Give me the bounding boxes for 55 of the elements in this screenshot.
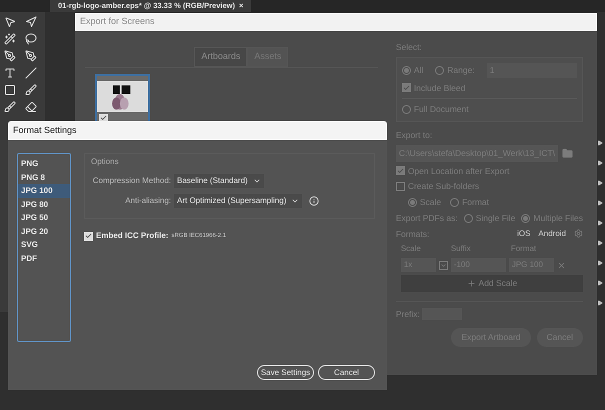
tool-icon[interactable]	[24, 101, 36, 113]
tool-icon[interactable]	[4, 84, 16, 96]
format-item[interactable]: JPG 80	[18, 198, 70, 211]
radio-button[interactable]	[435, 66, 444, 75]
panel-arrow-icon[interactable]	[597, 200, 603, 206]
dialog-button[interactable]: Cancel	[318, 365, 375, 380]
tool-icon[interactable]	[4, 33, 16, 45]
field-label: Anti-aliasing:	[124, 195, 171, 207]
compression-dropdown[interactable]: Baseline (Standard)	[174, 174, 264, 188]
radio-button[interactable]	[402, 105, 411, 114]
panel-arrow-icon[interactable]	[597, 280, 603, 286]
panel-arrow-icon[interactable]	[597, 140, 603, 146]
field-label: Compression Method:	[92, 175, 171, 187]
format-item[interactable]: PNG	[18, 157, 70, 170]
panel-arrow-icon[interactable]	[597, 220, 603, 226]
tool-icon[interactable]	[24, 50, 36, 62]
tool-icon[interactable]	[4, 50, 16, 62]
group-title: Options	[91, 156, 120, 168]
radio-button[interactable]	[464, 214, 473, 223]
radio-button[interactable]	[521, 214, 530, 223]
tool-icon[interactable]	[24, 84, 36, 96]
tool-icon[interactable]	[4, 101, 16, 113]
caret-icon	[291, 197, 300, 205]
dialog-button[interactable]: Save Settings	[257, 365, 314, 380]
tool-icon[interactable]	[24, 67, 36, 79]
window-title: Export for Screens	[80, 15, 155, 28]
format-item[interactable]: SVG	[18, 238, 70, 252]
checkbox[interactable]	[402, 83, 411, 92]
checkbox-label: Embed ICC Profile:	[96, 230, 168, 242]
tool-icon[interactable]	[24, 16, 36, 28]
radio-button[interactable]	[408, 198, 417, 207]
checkbox[interactable]	[396, 166, 405, 176]
panel-arrow-icon[interactable]	[597, 160, 603, 166]
panel-arrow-icon[interactable]	[597, 240, 603, 246]
panel-arrow-icon[interactable]	[597, 300, 603, 306]
tool-icon[interactable]	[24, 33, 36, 45]
caret-icon	[252, 177, 261, 185]
preset-link[interactable]: Android	[538, 228, 566, 240]
tool-icon[interactable]	[4, 67, 16, 79]
format-item[interactable]: JPG 100	[18, 184, 70, 198]
radio-button[interactable]	[450, 198, 460, 207]
anti-aliasing-dropdown[interactable]: Art Optimized (Supersampling)	[174, 194, 302, 208]
plus-icon	[466, 279, 476, 288]
panel-arrow-icon[interactable]	[597, 260, 603, 266]
format-item[interactable]: JPG 20	[18, 224, 70, 238]
panel-arrow-icon[interactable]	[597, 180, 603, 186]
format-item[interactable]: PDF	[18, 252, 70, 265]
preset-link[interactable]: iOS	[517, 228, 530, 240]
format-item[interactable]: PNG 8	[18, 170, 70, 184]
format-item[interactable]: JPG 50	[18, 211, 70, 224]
checkbox[interactable]	[396, 182, 405, 192]
window-title: Format Settings	[13, 124, 77, 137]
radio-button[interactable]	[402, 66, 411, 75]
tool-icon[interactable]	[4, 16, 16, 28]
info-icon[interactable]	[309, 196, 320, 206]
